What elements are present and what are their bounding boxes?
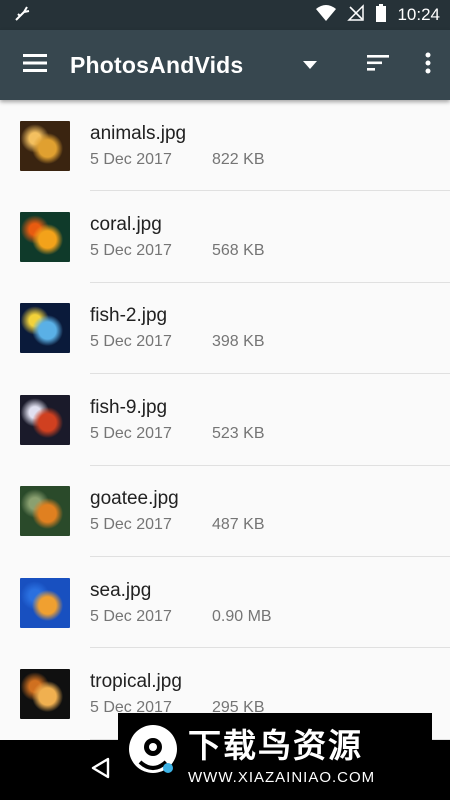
file-thumbnail xyxy=(20,577,70,628)
back-triangle-icon xyxy=(90,757,110,784)
watermark-logo xyxy=(118,713,188,792)
file-name: fish-9.jpg xyxy=(90,396,168,418)
file-list-item[interactable]: goatee.jpg 5 Dec 2017 487 KB xyxy=(0,466,450,558)
file-date: 5 Dec 2017 xyxy=(90,150,172,168)
file-list-item[interactable]: coral.jpg 5 Dec 2017 568 KB xyxy=(0,191,450,284)
file-list: animals.jpg 5 Dec 2017 822 KB coral.jpg 5… xyxy=(0,100,450,740)
no-signal-icon xyxy=(347,3,365,27)
file-size: 487 KB xyxy=(212,516,265,534)
file-date: 5 Dec 2017 xyxy=(90,242,172,260)
watermark-title: 下载鸟资源 xyxy=(188,726,363,765)
watermark-url: WWW.XIAZAINIAO.COM xyxy=(188,769,376,786)
file-list-item[interactable]: animals.jpg 5 Dec 2017 822 KB xyxy=(0,100,450,192)
file-thumbnail xyxy=(20,486,70,537)
file-size: 568 KB xyxy=(212,242,265,260)
title-spinner[interactable]: PhotosAndVids xyxy=(70,52,290,79)
battery-icon xyxy=(375,3,387,27)
file-date: 5 Dec 2017 xyxy=(90,333,172,351)
file-name: goatee.jpg xyxy=(90,488,179,510)
file-list-item[interactable]: fish-9.jpg 5 Dec 2017 523 KB xyxy=(0,374,450,466)
file-size: 822 KB xyxy=(212,150,265,168)
file-thumbnail xyxy=(20,394,70,445)
file-name: animals.jpg xyxy=(90,122,187,144)
file-size: 523 KB xyxy=(212,424,265,442)
usb-debug-icon xyxy=(14,4,32,27)
status-bar: 10:24 xyxy=(0,0,450,30)
file-size: 398 KB xyxy=(212,333,265,351)
file-thumbnail xyxy=(20,120,70,171)
dropdown-arrow-icon xyxy=(303,56,317,74)
dropdown-button[interactable] xyxy=(290,30,330,100)
status-time: 10:24 xyxy=(397,5,440,24)
file-date: 5 Dec 2017 xyxy=(90,424,172,442)
file-date: 5 Dec 2017 xyxy=(90,516,172,534)
more-options-button[interactable] xyxy=(406,30,450,100)
menu-icon xyxy=(23,53,47,77)
sort-icon xyxy=(367,54,389,76)
menu-button[interactable] xyxy=(0,30,70,100)
more-vert-icon xyxy=(425,52,431,79)
file-list-item[interactable]: fish-2.jpg 5 Dec 2017 398 KB xyxy=(0,283,450,375)
file-size: 0.90 MB xyxy=(212,607,272,625)
file-name: coral.jpg xyxy=(90,214,162,236)
file-thumbnail xyxy=(20,303,70,354)
page-title: PhotosAndVids xyxy=(70,51,244,78)
file-name: tropical.jpg xyxy=(90,671,182,693)
watermark-banner: 下载鸟资源 WWW.XIAZAINIAO.COM xyxy=(118,713,432,792)
file-thumbnail xyxy=(20,669,70,720)
file-date: 5 Dec 2017 xyxy=(90,607,172,625)
file-list-item[interactable]: sea.jpg 5 Dec 2017 0.90 MB xyxy=(0,557,450,649)
file-name: sea.jpg xyxy=(90,579,152,601)
wifi-icon xyxy=(315,4,337,27)
file-thumbnail xyxy=(20,212,70,263)
app-bar: PhotosAndVids xyxy=(0,30,450,100)
sort-button[interactable] xyxy=(350,30,406,100)
file-name: fish-2.jpg xyxy=(90,305,168,327)
